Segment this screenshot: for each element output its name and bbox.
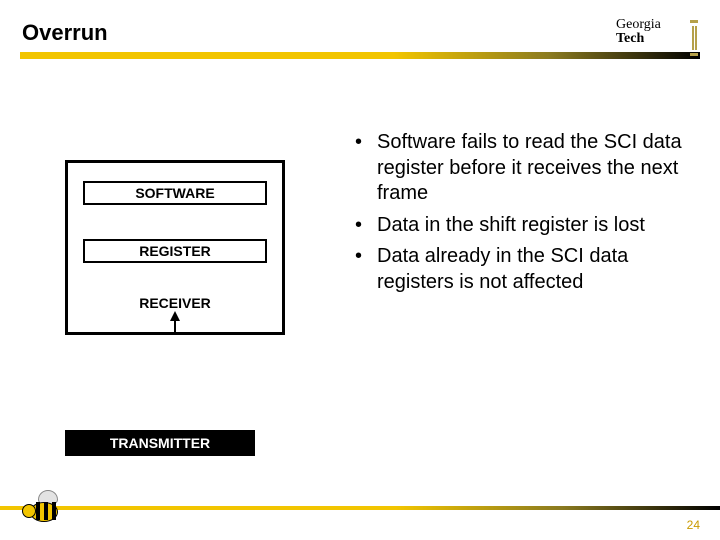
software-box: SOFTWARE (83, 181, 267, 205)
logo-pillar-icon (690, 20, 698, 56)
block-diagram: SOFTWARE REGISTER RECEIVER (65, 160, 285, 335)
bullet-item: Data in the shift register is lost (355, 213, 690, 239)
page-number: 24 (687, 518, 700, 532)
logo-line-1: Georgia (616, 18, 698, 32)
title-underline-bar (20, 52, 700, 59)
footer-divider (0, 506, 720, 510)
logo-text: Georgia Tech (616, 18, 698, 46)
receiver-label: RECEIVER (139, 295, 211, 311)
bullet-text: Software fails to read the SCI data regi… (377, 131, 682, 204)
bullet-list: Software fails to read the SCI data regi… (355, 130, 690, 302)
title-underline (20, 52, 700, 60)
bullet-text: Data in the shift register is lost (377, 214, 645, 236)
bullet-item: Software fails to read the SCI data regi… (355, 130, 690, 207)
title-bar: Overrun (20, 20, 700, 60)
slide-title: Overrun (22, 20, 700, 46)
register-box: REGISTER (83, 239, 267, 263)
bullet-item: Data already in the SCI data registers i… (355, 244, 690, 295)
transmitter-label: TRANSMITTER (110, 435, 210, 451)
logo-line-2: Tech (616, 32, 698, 46)
transmitter-bar: TRANSMITTER (65, 430, 255, 456)
georgia-tech-logo: Georgia Tech (616, 18, 698, 58)
register-label: REGISTER (139, 243, 211, 259)
bullet-text: Data already in the SCI data registers i… (377, 245, 628, 293)
bee-mascot-icon (20, 490, 72, 534)
software-label: SOFTWARE (135, 185, 214, 201)
slide: Overrun Georgia Tech SOFTWARE REGISTER R… (0, 0, 720, 540)
